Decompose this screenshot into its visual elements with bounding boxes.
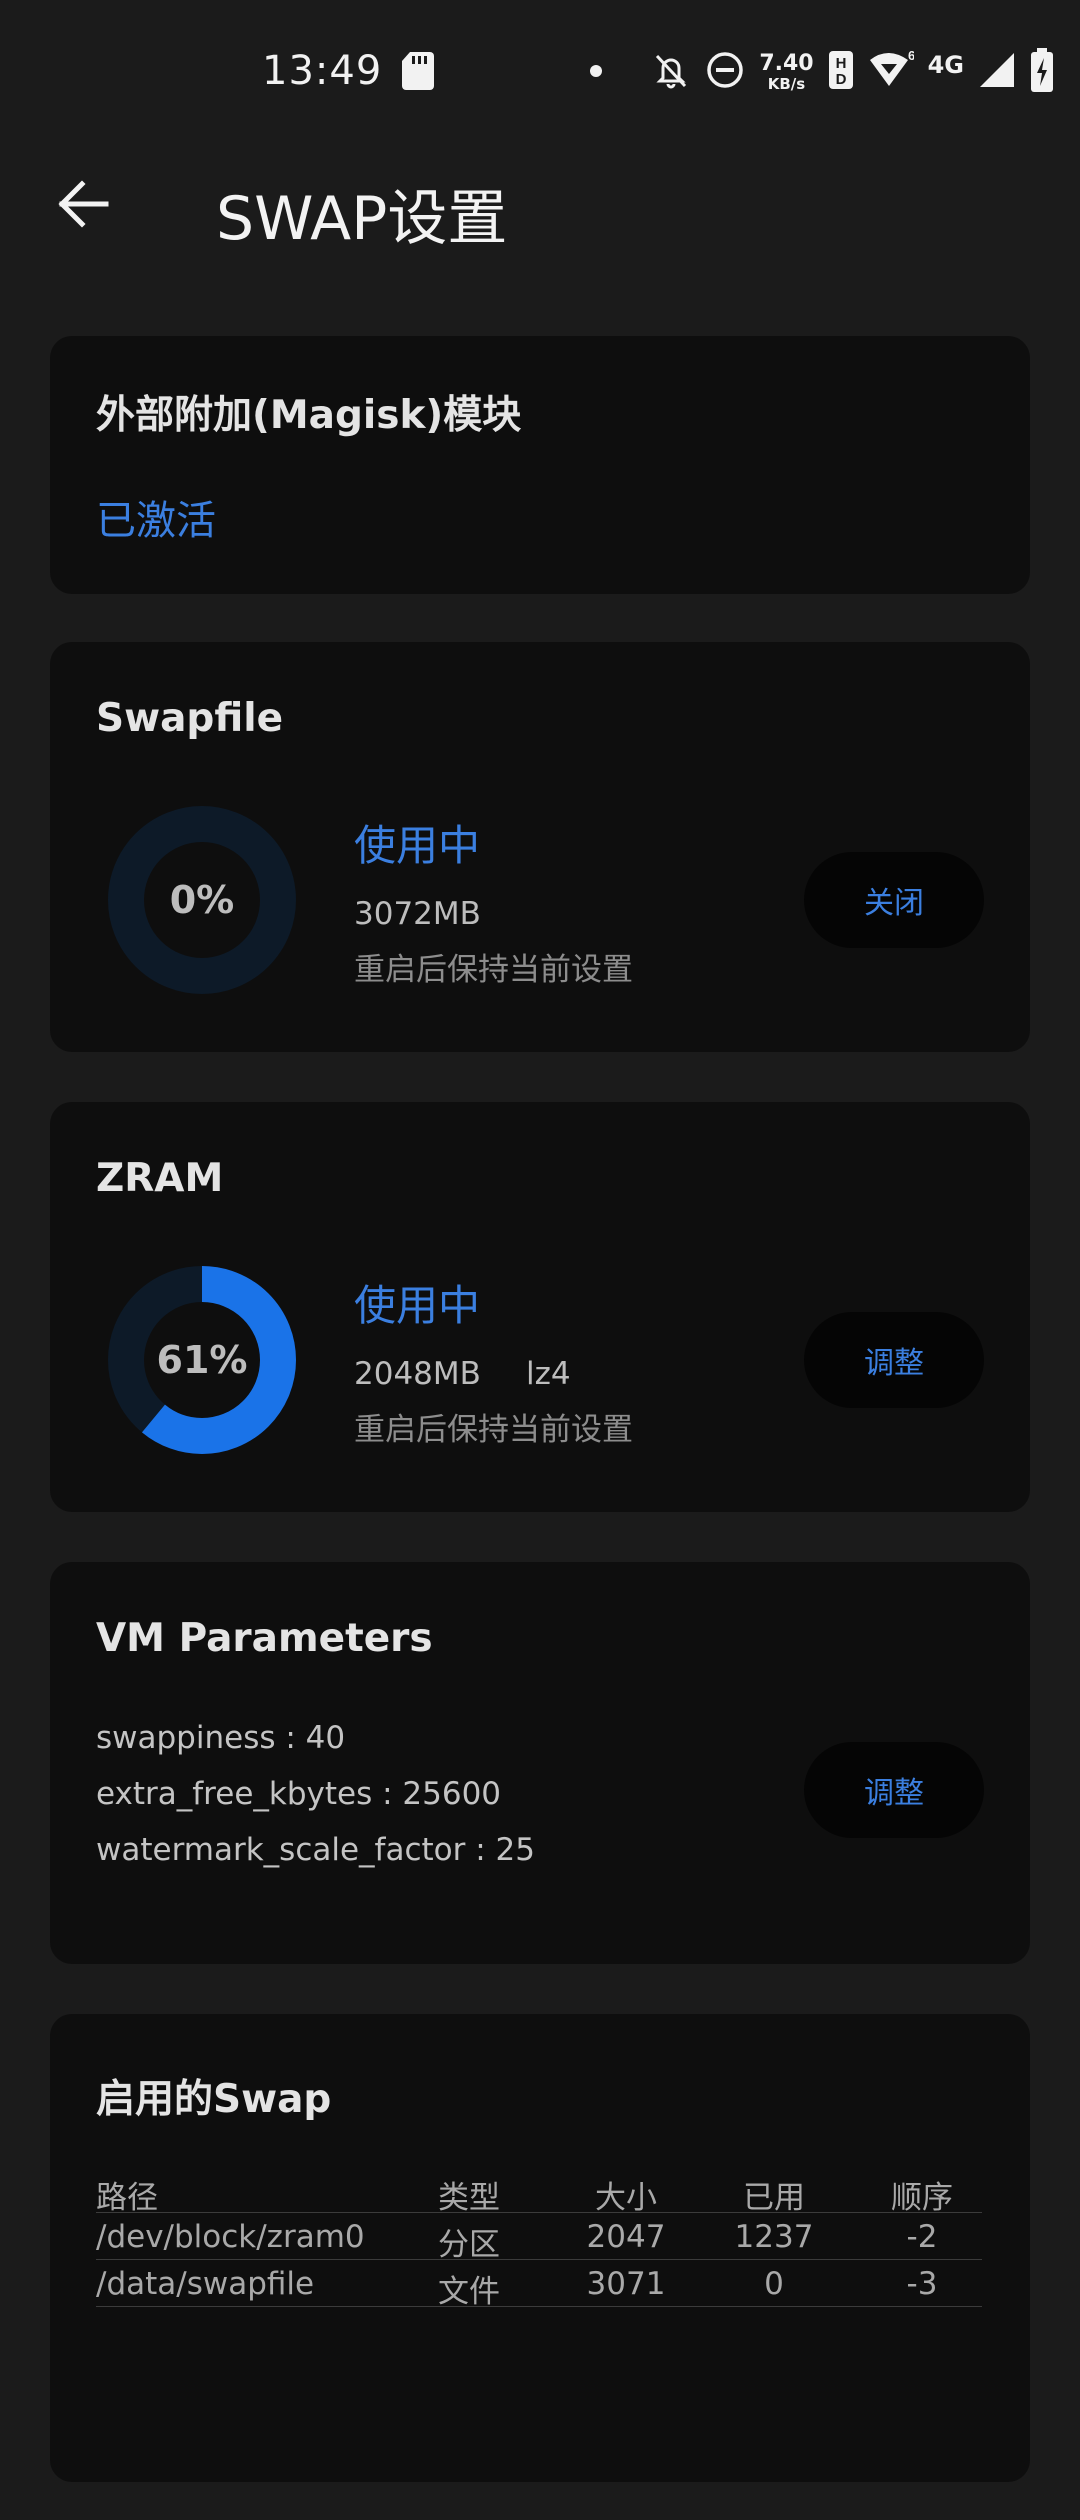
zram-status: 使用中 — [354, 1281, 481, 1330]
cell-priority: -3 — [906, 2266, 938, 2302]
dot-icon — [589, 63, 603, 82]
swap-table: 路径 类型 大小 已用 顺序 /dev/block/zram0 分区 2047 … — [96, 2166, 982, 2310]
back-arrow-icon[interactable] — [56, 176, 112, 232]
module-card-title: 外部附加(Magisk)模块 — [96, 393, 522, 438]
cell-path: /data/swapfile — [96, 2266, 315, 2302]
header-type: 类型 — [438, 2180, 500, 2216]
zram-algorithm: lz4 — [526, 1356, 571, 1392]
wifi-icon: 6 — [868, 48, 915, 94]
vm-card-title: VM Parameters — [96, 1616, 433, 1661]
hd-icon: HD — [828, 50, 854, 94]
net-speed: 7.40 KB/s — [759, 50, 814, 93]
swapfile-status: 使用中 — [354, 821, 481, 870]
do-not-disturb-icon — [705, 50, 745, 94]
zram-adjust-button[interactable]: 调整 — [804, 1312, 984, 1408]
module-status: 已激活 — [96, 498, 216, 544]
cell-type: 分区 — [438, 2227, 500, 2263]
header-priority: 顺序 — [891, 2180, 953, 2216]
vm-adjust-button[interactable]: 调整 — [804, 1742, 984, 1838]
swapfile-note: 重启后保持当前设置 — [354, 952, 633, 988]
cell-used: 0 — [764, 2266, 784, 2302]
cell-path: /dev/block/zram0 — [96, 2219, 365, 2255]
cell-type: 文件 — [438, 2274, 500, 2310]
table-row: /data/swapfile 文件 3071 0 -3 — [96, 2260, 982, 2310]
status-bar: 13:49 7.40 KB/s HD 6 4G — [0, 0, 1080, 140]
swap-table-title: 启用的Swap — [96, 2077, 332, 2122]
table-row: /dev/block/zram0 分区 2047 1237 -2 — [96, 2213, 982, 2263]
magisk-module-card: 外部附加(Magisk)模块 已激活 — [50, 336, 1030, 594]
network-type: 4G — [927, 51, 964, 79]
app-bar: SWAP设置 — [0, 140, 1080, 270]
cell-used: 1237 — [734, 2219, 814, 2255]
vm-parameters-card: VM Parameters swappiness : 40 extra_free… — [50, 1562, 1030, 1964]
zram-note: 重启后保持当前设置 — [354, 1412, 633, 1448]
enabled-swap-card: 启用的Swap 路径 类型 大小 已用 顺序 /dev/block/zram0 … — [50, 2014, 1030, 2482]
swapfile-size: 3072MB — [354, 896, 481, 932]
table-header-row: 路径 类型 大小 已用 顺序 — [96, 2166, 982, 2216]
status-time: 13:49 — [262, 48, 383, 94]
swapfile-card: Swapfile 0% 使用中 3072MB 重启后保持当前设置 关闭 — [50, 642, 1030, 1052]
swapfile-card-title: Swapfile — [96, 696, 284, 741]
zram-usage-label: 61% — [156, 1338, 248, 1382]
cell-priority: -2 — [906, 2219, 938, 2255]
param-swappiness: swappiness : 40 — [96, 1720, 346, 1756]
sd-card-icon — [402, 52, 434, 94]
zram-usage-ring: 61% — [104, 1262, 300, 1458]
swapfile-close-button[interactable]: 关闭 — [804, 852, 984, 948]
status-icons: 7.40 KB/s HD 6 4G — [589, 44, 1054, 100]
header-path: 路径 — [96, 2180, 158, 2216]
swapfile-usage-label: 0% — [169, 878, 235, 922]
header-used: 已用 — [743, 2180, 805, 2216]
zram-size: 2048MB — [354, 1356, 481, 1392]
page-title: SWAP设置 — [216, 184, 508, 254]
zram-card: ZRAM 61% 使用中 2048MB lz4 重启后保持当前设置 调整 — [50, 1102, 1030, 1512]
bell-off-icon — [651, 50, 691, 94]
param-extra-free-kbytes: extra_free_kbytes : 25600 — [96, 1776, 502, 1812]
battery-charging-icon — [1030, 48, 1054, 96]
cell-size: 3071 — [586, 2266, 666, 2302]
header-size: 大小 — [595, 2180, 657, 2216]
cell-size: 2047 — [586, 2219, 666, 2255]
swapfile-usage-ring: 0% — [104, 802, 300, 998]
zram-card-title: ZRAM — [96, 1156, 224, 1201]
svg-text:D: D — [835, 71, 846, 88]
signal-icon — [978, 51, 1016, 93]
svg-text:6: 6 — [908, 50, 914, 63]
net-speed-value: 7.40 — [759, 50, 814, 76]
param-watermark-scale-factor: watermark_scale_factor : 25 — [96, 1832, 535, 1868]
svg-text:H: H — [835, 55, 846, 72]
net-speed-unit: KB/s — [767, 74, 806, 93]
